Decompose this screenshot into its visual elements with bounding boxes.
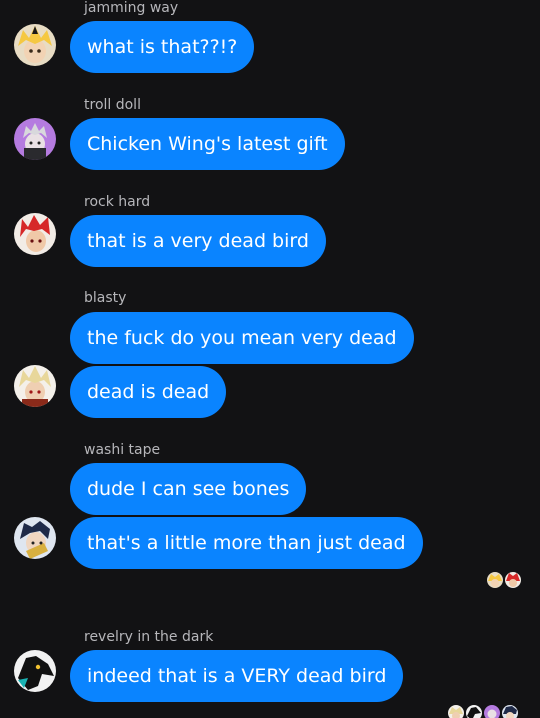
message-bubble[interactable]: dead is dead	[70, 366, 227, 418]
sender-name: troll doll	[84, 97, 141, 113]
black-bird-avatar-icon	[466, 705, 482, 718]
read-receipts[interactable]	[448, 705, 518, 718]
dark-blue-hair-avatar-icon	[14, 517, 56, 559]
message-bubble[interactable]: the fuck do you mean very dead	[70, 312, 414, 364]
message-bubble[interactable]: indeed that is a VERY dead bird	[70, 650, 404, 702]
read-receipt-avatar	[466, 705, 482, 718]
avatar-blasty[interactable]	[14, 365, 56, 407]
sender-name: rock hard	[84, 194, 151, 210]
avatar-revelry-in-the-dark[interactable]	[14, 650, 56, 692]
dark-hair-avatar-icon	[502, 705, 518, 718]
blond-spiky-hair-avatar-icon	[14, 365, 56, 407]
sender-name: revelry in the dark	[84, 629, 214, 645]
sender-name: washi tape	[84, 442, 161, 458]
message-bubble[interactable]: Chicken Wing's latest gift	[70, 118, 345, 170]
avatar-troll-doll[interactable]	[14, 118, 56, 160]
avatar-washi-tape[interactable]	[14, 517, 56, 559]
read-receipts[interactable]	[487, 572, 521, 588]
blond-spiky-avatar-icon	[448, 705, 464, 718]
read-receipt-avatar	[487, 572, 503, 588]
message-bubble[interactable]: that's a little more than just dead	[70, 517, 423, 569]
red-spiky-hair-avatar-icon	[14, 213, 56, 255]
read-receipt-avatar	[505, 572, 521, 588]
chat-thread: jamming way what is that??!? troll doll …	[0, 0, 540, 718]
sender-name: jamming way	[84, 0, 179, 16]
grey-haired-purple-bg-avatar-icon	[14, 118, 56, 160]
message-bubble[interactable]: what is that??!?	[70, 21, 255, 73]
read-receipt-avatar	[502, 705, 518, 718]
message-bubble[interactable]: dude I can see bones	[70, 463, 307, 515]
read-receipt-avatar	[484, 705, 500, 718]
avatar-rock-hard[interactable]	[14, 213, 56, 255]
black-bird-head-avatar-icon	[14, 650, 56, 692]
avatar-jamming-way[interactable]	[14, 24, 56, 66]
blond-yellow-hair-avatar-icon	[14, 24, 56, 66]
grey-hair-purple-avatar-icon	[484, 705, 500, 718]
message-bubble[interactable]: that is a very dead bird	[70, 215, 326, 267]
blond-avatar-icon	[487, 572, 503, 588]
sender-name: blasty	[84, 290, 127, 306]
read-receipt-avatar	[448, 705, 464, 718]
red-hair-avatar-icon	[505, 572, 521, 588]
